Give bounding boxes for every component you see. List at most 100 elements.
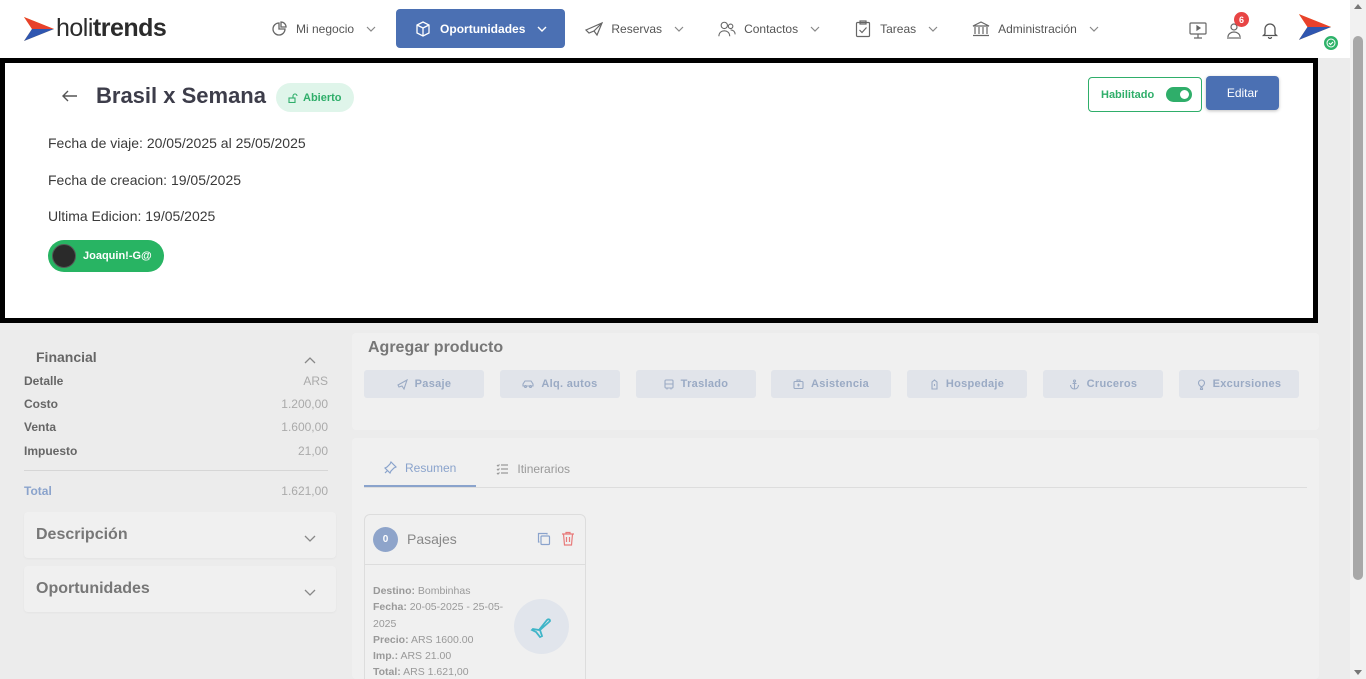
add-alq-autos-button[interactable]: Alq. autos: [500, 370, 620, 398]
financial-panel: Financial Detalle ARS Costo 1.200,00 Venta…: [24, 336, 336, 504]
presentation-button[interactable]: [1180, 11, 1216, 49]
plane-icon: [514, 599, 569, 654]
page-scrollbar[interactable]: [1350, 0, 1366, 679]
edit-button[interactable]: Editar: [1206, 76, 1279, 110]
app-logo[interactable]: holitrends: [24, 14, 167, 43]
tab-resumen[interactable]: Resumen: [364, 450, 477, 487]
section-title: Descripción: [36, 526, 128, 543]
chevron-down-icon: [674, 24, 684, 34]
chevron-down-icon: [304, 531, 316, 543]
user-avatar-menu[interactable]: [1296, 10, 1340, 52]
status-label: Abierto: [303, 91, 342, 104]
bell-icon: [1261, 23, 1279, 39]
nav-oportunidades[interactable]: Oportunidades: [396, 9, 566, 48]
add-asistencia-button[interactable]: Asistencia: [771, 370, 891, 398]
nav-tareas[interactable]: Tareas: [840, 9, 952, 48]
nav-label: Mi negocio: [296, 21, 355, 36]
last-edit-date: Ultima Edicion: 19/05/2025: [48, 208, 216, 224]
toggle-switch[interactable]: [1166, 87, 1193, 102]
financial-row: Venta 1.600,00: [24, 420, 328, 434]
users-icon: [718, 20, 736, 38]
financial-title: Financial: [36, 349, 97, 365]
chevron-down-icon: [304, 585, 316, 597]
status-badge: Abierto: [276, 83, 354, 112]
online-check-icon: [1322, 34, 1340, 52]
anchor-icon: [1069, 378, 1080, 390]
chevron-down-icon: [1089, 24, 1099, 34]
balloon-icon: [1197, 378, 1206, 390]
add-hospedaje-button[interactable]: Hospedaje: [907, 370, 1027, 398]
pasaje-fecha: Fecha: 20-05-2025 - 25-05-2025: [373, 601, 504, 630]
nav-mi-negocio[interactable]: Mi negocio: [256, 9, 390, 48]
clipboard-check-icon: [854, 19, 872, 38]
plane-icon: [585, 20, 604, 38]
bell-button[interactable]: [1252, 11, 1288, 49]
plane-icon: [396, 378, 408, 390]
summary-panel: Resumen Itinerarios 0 Pasajes Destino: B…: [352, 438, 1319, 679]
nav-label: Tareas: [880, 21, 917, 36]
pasaje-precio: Precio: ARS 1600.00: [373, 633, 474, 646]
add-traslado-button[interactable]: Traslado: [636, 370, 756, 398]
add-product-panel: Agregar producto Pasaje Alq. autos Trasl…: [352, 333, 1319, 430]
tab-itinerarios[interactable]: Itinerarios: [476, 450, 590, 487]
pasaje-total: Total: ARS 1.621,00: [373, 666, 469, 679]
logo-text: holitrends: [56, 14, 167, 42]
medkit-icon: [793, 379, 804, 389]
add-excursiones-button[interactable]: Excursiones: [1179, 370, 1299, 398]
pasaje-destino: Destino: Bombinhas: [373, 585, 471, 597]
chevron-down-icon: [810, 24, 820, 34]
chevron-up-icon[interactable]: [304, 354, 316, 366]
presentation-icon: [1189, 22, 1207, 39]
team-notifications-button[interactable]: 6: [1216, 11, 1252, 49]
trash-icon[interactable]: [561, 531, 575, 551]
opportunities-section[interactable]: Oportunidades: [24, 566, 336, 612]
pasaje-summary-card: 0 Pasajes Destino: Bombinhas Fecha: 20-0…: [364, 514, 586, 679]
section-title: Oportunidades: [36, 580, 150, 597]
scroll-thumb[interactable]: [1353, 36, 1363, 580]
pasaje-impuesto: Imp.: ARS 21.00: [373, 650, 452, 663]
cube-icon: [414, 20, 432, 38]
main-nav: Mi negocio Oportunidades Reservas Contac…: [256, 9, 1119, 48]
top-navbar: holitrends Mi negocio Oportunidades Rese…: [0, 0, 1350, 58]
pin-icon: [384, 461, 397, 474]
enabled-label: Habilitado: [1101, 88, 1155, 101]
chevron-down-icon: [366, 24, 376, 34]
copy-icon[interactable]: [537, 532, 551, 551]
financial-row: Impuesto 21,00: [24, 444, 328, 458]
nav-label: Administración: [998, 21, 1077, 36]
car-icon: [522, 379, 534, 389]
travel-date: Fecha de viaje: 20/05/2025 al 25/05/2025: [48, 135, 306, 151]
nav-administracion[interactable]: Administración: [958, 9, 1113, 48]
page-title: Brasil x Semana: [96, 83, 266, 108]
back-arrow-icon[interactable]: [61, 87, 81, 107]
scroll-down-icon[interactable]: [1354, 670, 1362, 675]
bus-icon: [664, 378, 674, 390]
nav-label: Oportunidades: [440, 21, 526, 36]
logo-arrow-icon: [24, 16, 54, 41]
pasaje-count: 0: [373, 527, 398, 552]
financial-row: Costo 1.200,00: [24, 397, 328, 411]
user-name: Joaquin!-G@: [83, 250, 152, 262]
divider: [24, 470, 328, 471]
nav-reservas[interactable]: Reservas: [571, 9, 698, 48]
notification-badge: 6: [1234, 12, 1249, 27]
opportunity-header-card: Brasil x Semana Abierto Fecha de viaje: …: [0, 58, 1318, 323]
add-product-title: Agregar producto: [368, 339, 504, 356]
add-cruceros-button[interactable]: Cruceros: [1043, 370, 1163, 398]
unlock-icon: [288, 92, 298, 103]
enabled-toggle[interactable]: Habilitado: [1088, 77, 1202, 112]
created-date: Fecha de creacion: 19/05/2025: [48, 172, 242, 188]
add-pasaje-button[interactable]: Pasaje: [364, 370, 484, 398]
user-chip[interactable]: Joaquin!-G@: [48, 240, 164, 272]
avatar: [52, 244, 76, 268]
nav-contactos[interactable]: Contactos: [704, 9, 834, 48]
pasaje-details: Destino: Bombinhas Fecha: 20-05-2025 - 2…: [373, 583, 518, 679]
scroll-up-icon[interactable]: [1354, 4, 1362, 9]
hotel-icon: [930, 378, 939, 390]
chevron-down-icon: [928, 24, 938, 34]
description-section[interactable]: Descripción: [24, 512, 336, 558]
pie-chart-icon: [270, 20, 288, 38]
bank-icon: [972, 20, 990, 38]
pasaje-title: Pasajes: [407, 531, 457, 547]
tab-bar: Resumen Itinerarios: [364, 450, 1307, 488]
